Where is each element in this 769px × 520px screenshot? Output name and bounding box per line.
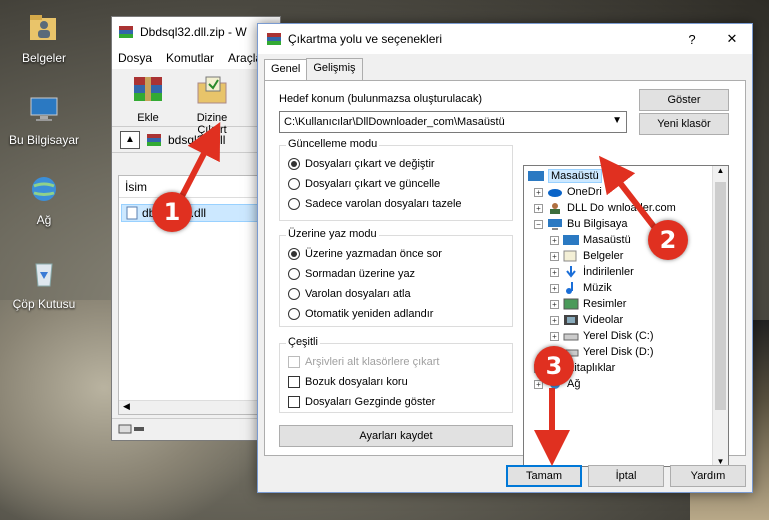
step-3-badge: 3 [534, 346, 574, 386]
arrow-2 [598, 155, 658, 230]
step-1-badge: 1 [152, 192, 192, 232]
step-2-badge: 2 [648, 220, 688, 260]
tutorial-arrows [177, 122, 658, 466]
arrow-1 [177, 122, 221, 202]
